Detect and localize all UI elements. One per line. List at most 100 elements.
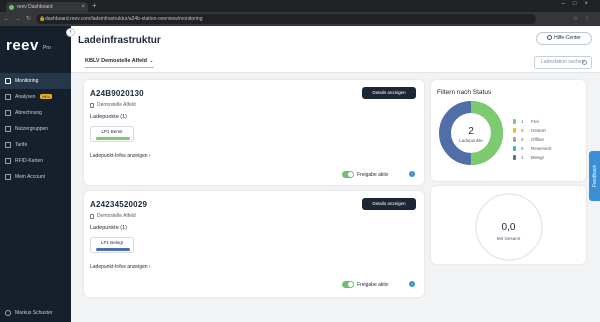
sidebar-item-label: Monitoring (15, 78, 39, 84)
legend-label: Frei (531, 119, 539, 124)
sidebar-item-label: Tarife (15, 142, 28, 148)
sidebar-item-label: RFID-Karten (15, 158, 44, 164)
page-header: Ladeinfrastruktur Hilfe-Center KBLV Demo… (71, 26, 600, 73)
sidebar: reev Pro Monitoring Analysen NEU Abrechn… (0, 26, 71, 322)
legend-count: 0 (521, 146, 524, 151)
station-card: A24234520029 Demostelle Alfeld Details a… (84, 191, 424, 297)
user-name: Markus Schuster (15, 310, 53, 316)
donut-label: Ladepunkte (459, 138, 483, 143)
sidebar-item-rfid[interactable]: RFID-Karten (0, 153, 71, 169)
sidebar-item-abrechnung[interactable]: Abrechnung (0, 105, 71, 121)
page-title: Ladeinfrastruktur (78, 35, 161, 46)
legend-label: Gestört (531, 128, 546, 133)
station-icon (90, 213, 94, 219)
release-toggle-label: Freigabe aktiv (357, 172, 389, 178)
legend-item-frei[interactable]: 1 Frei (513, 117, 552, 126)
sidebar-item-monitoring[interactable]: Monitoring (0, 73, 71, 89)
collapse-sidebar-button[interactable]: ‹ (66, 28, 75, 37)
search-placeholder: Ladestation suchen (541, 59, 585, 65)
ladepunkt-chip[interactable]: LP1 Belegt (90, 237, 134, 253)
legend-item-offline[interactable]: 0 Offline (513, 135, 552, 144)
help-center-label: Hilfe-Center (554, 35, 581, 41)
legend-swatch (513, 146, 516, 151)
ladepunkt-info-link-text: Ladepunkt-Infos anzeigen (90, 153, 148, 159)
logo-sub: Pro (43, 45, 51, 51)
feedback-label: Feedback (591, 165, 598, 187)
station-location-text: Demostelle Alfeld (97, 102, 136, 108)
sidebar-item-nutzergruppen[interactable]: Nutzergruppen (0, 121, 71, 137)
browser-tools-icon[interactable]: ☆⋮ (573, 14, 596, 24)
invoice-icon (5, 110, 11, 116)
legend-item-gestoert[interactable]: 0 Gestört (513, 126, 552, 135)
info-icon[interactable]: i (409, 171, 415, 177)
status-bar (96, 137, 130, 140)
ladepunkt-info-link-text: Ladepunkt-Infos anzeigen (90, 264, 148, 270)
filter-title: Filtern nach Status (437, 89, 492, 96)
search-icon (582, 60, 587, 65)
legend-count: 1 (521, 155, 524, 160)
station-location: Demostelle Alfeld (90, 213, 136, 219)
help-icon (547, 35, 553, 41)
station-icon (90, 102, 94, 108)
details-button[interactable]: Details anzeigen (362, 198, 416, 210)
card-icon (5, 158, 11, 164)
power-gauge-card: 0,0 kW Gesamt (431, 186, 586, 264)
users-icon (5, 126, 11, 132)
legend-swatch (513, 155, 516, 160)
sidebar-item-label: Mein Account (15, 174, 46, 180)
sidebar-item-account[interactable]: Mein Account (0, 169, 71, 185)
lock-icon: 🔒 (39, 16, 46, 22)
legend-count: 1 (521, 119, 524, 124)
browser-tab-bar: reev Dashboard × + –□× (0, 0, 600, 12)
url-field[interactable]: 🔒 dashboard.reev.com/ladeinfrastruktur/a… (36, 14, 536, 24)
close-tab-icon[interactable]: × (81, 2, 85, 12)
browser-tab[interactable]: reev Dashboard × (6, 2, 88, 12)
user-menu[interactable]: Markus Schuster (0, 307, 71, 319)
sidebar-item-label: Nutzergruppen (15, 126, 49, 132)
sidebar-item-tarife[interactable]: Tarife (0, 137, 71, 153)
status-bar (96, 248, 130, 251)
info-icon[interactable]: i (409, 281, 415, 287)
ladepunkt-chip-label: LP1 Bereit (101, 129, 123, 134)
ladepunkt-chip-label: LP1 Belegt (100, 240, 124, 245)
release-toggle[interactable] (342, 281, 354, 288)
ladepunkt-chip[interactable]: LP1 Bereit (90, 126, 134, 142)
new-tab-icon[interactable]: + (92, 1, 97, 10)
status-legend: 1 Frei 0 Gestört 0 Offline 0 Reserviert … (513, 117, 552, 162)
address-bar: ←→↻ 🔒 dashboard.reev.com/ladeinfrastrukt… (0, 12, 600, 26)
nav-buttons-icon[interactable]: ←→↻ (4, 14, 36, 24)
legend-item-belegt[interactable]: 1 Belegt (513, 153, 552, 162)
sidebar-menu: Monitoring Analysen NEU Abrechnung Nutze… (0, 73, 71, 185)
sidebar-item-label: Analysen (15, 94, 36, 100)
ladepunkt-info-link[interactable]: Ladepunkt-Infos anzeigen › (90, 153, 151, 159)
location-tab-label: KBLV Demostelle Alfeld (85, 58, 148, 64)
monitor-icon (5, 78, 11, 84)
tag-icon (5, 142, 11, 148)
sidebar-item-analysen[interactable]: Analysen NEU (0, 89, 71, 105)
gauge-label: kW Gesamt (496, 236, 521, 241)
feedback-tab[interactable]: Feedback (589, 151, 600, 201)
new-badge: NEU (39, 94, 53, 100)
ladepunkt-info-link[interactable]: Ladepunkt-Infos anzeigen › (90, 264, 151, 270)
legend-count: 0 (521, 128, 524, 133)
search-input[interactable]: Ladestation suchen (534, 56, 592, 69)
status-donut[interactable]: 2 Ladepunkte (438, 100, 504, 166)
url-text: dashboard.reev.com/ladeinfrastruktur/a24… (45, 16, 203, 22)
gauge-value: 0,0 (501, 222, 516, 233)
legend-count: 0 (521, 137, 524, 142)
legend-item-reserviert[interactable]: 0 Reserviert (513, 144, 552, 153)
chart-icon (5, 94, 11, 100)
location-tab[interactable]: KBLV Demostelle Alfeld ⌄ (85, 58, 154, 68)
details-button[interactable]: Details anzeigen (362, 87, 416, 99)
browser-tab-title: reev Dashboard (17, 4, 53, 10)
station-id: A24B9020130 (90, 89, 144, 98)
station-location-text: Demostelle Alfeld (97, 213, 136, 219)
ladepunkte-label: Ladepunkte (1) (90, 225, 127, 231)
help-center-button[interactable]: Hilfe-Center (536, 32, 592, 45)
legend-swatch (513, 119, 516, 124)
release-toggle[interactable] (342, 171, 354, 178)
legend-label: Reserviert (531, 146, 552, 151)
window-controls[interactable]: –□× (562, 1, 596, 7)
user-icon (5, 310, 11, 316)
station-id: A24234520029 (90, 200, 148, 209)
